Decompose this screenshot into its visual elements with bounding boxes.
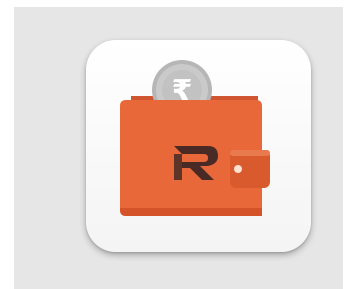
wallet-bottom-edge bbox=[120, 208, 262, 216]
wallet-clasp-icon bbox=[230, 150, 270, 188]
wallet-app-icon[interactable]: ₹ bbox=[86, 40, 311, 252]
canvas-background: ₹ bbox=[14, 7, 343, 289]
wallet-illustration: ₹ bbox=[120, 60, 270, 216]
